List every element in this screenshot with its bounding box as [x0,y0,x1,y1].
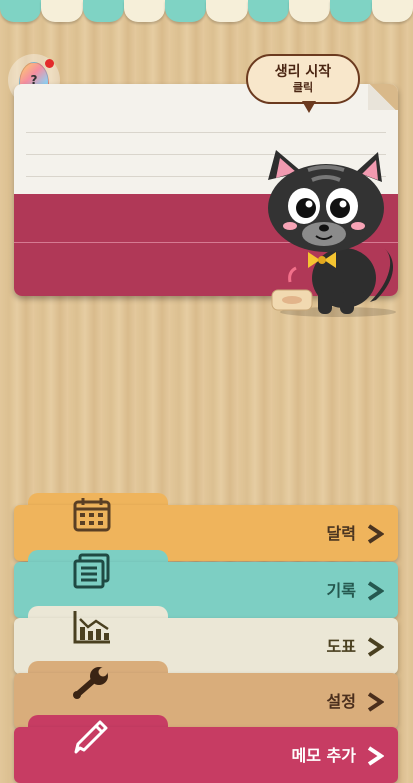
awning-decoration [0,0,413,26]
bubble-tail [302,101,316,113]
chevron-right-icon [367,692,384,712]
period-start-bubble[interactable]: 생리 시작 클릭 [246,54,360,104]
menu-settings-label: 설정 [326,692,356,711]
menu-add-memo-button[interactable]: 메모 추가 [14,715,398,783]
menu-chart-label: 도표 [326,637,356,656]
chevron-right-icon [367,637,384,657]
notification-dot [45,59,54,68]
list-icon [70,552,114,590]
chevron-right-icon [367,581,384,601]
page-fold [368,84,398,110]
chart-icon [70,608,114,646]
calendar-icon [70,495,114,533]
cat-mascot-icon [268,150,396,317]
menu-calendar-label: 달력 [326,524,356,543]
period-start-label: 생리 시작 [274,63,332,80]
menu-add-memo-label: 메모 추가 [291,746,356,765]
chevron-right-icon [367,524,384,544]
chevron-right-icon [367,746,384,766]
pencil-icon [70,717,114,755]
period-click-label: 클릭 [292,80,314,94]
wrench-icon [70,663,114,701]
menu-records-label: 기록 [326,581,356,600]
